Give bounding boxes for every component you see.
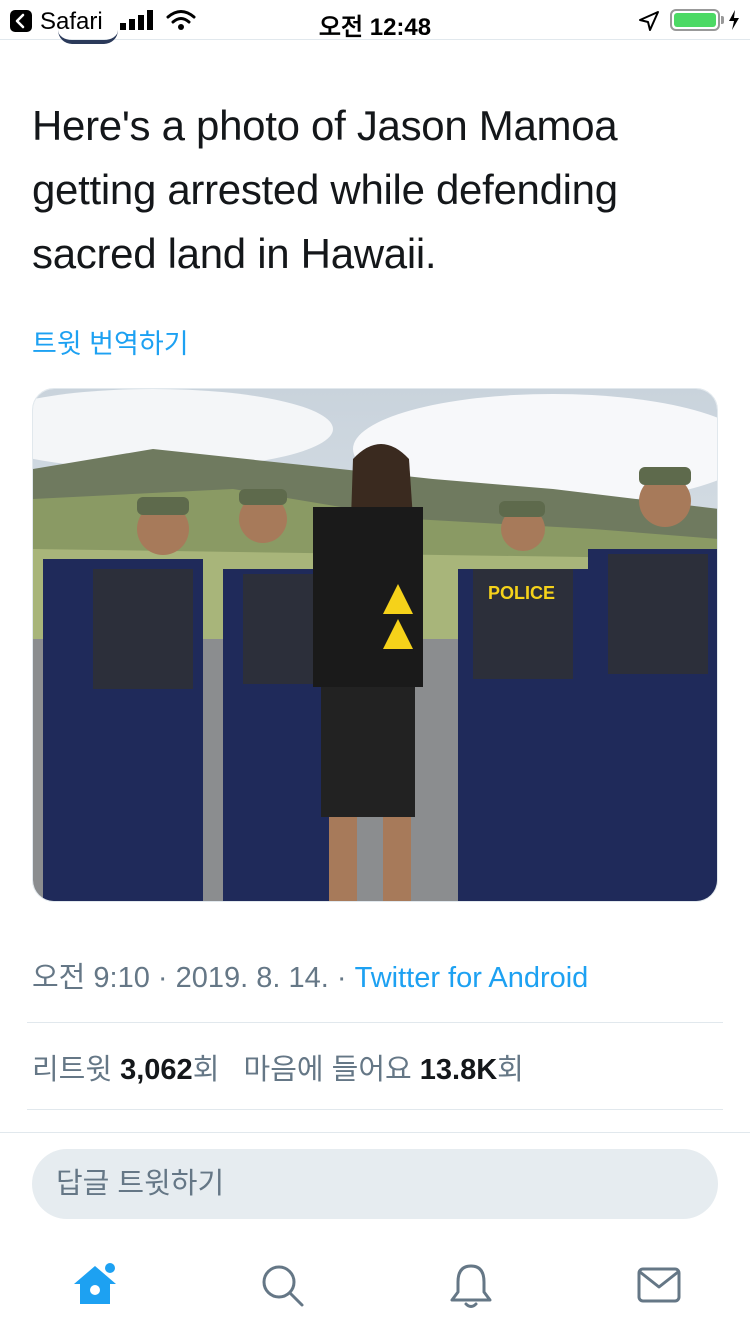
translate-tweet-link[interactable]: 트윗 번역하기: [32, 322, 189, 361]
avatar[interactable]: [58, 30, 118, 44]
likes-suffix: 회: [497, 1054, 524, 1086]
tweet-photo[interactable]: POLICE: [32, 388, 718, 902]
tweet-text: Here's a photo of Jason Mamoa getting ar…: [32, 102, 618, 277]
tweet-timestamp: 오전 9:10 · 2019. 8. 14. ·: [32, 962, 355, 994]
tweet-source-link[interactable]: Twitter for Android: [355, 962, 589, 994]
battery-icon: [670, 9, 720, 31]
tweet-meta: 오전 9:10 · 2019. 8. 14. · Twitter for And…: [32, 954, 588, 996]
divider: [0, 1132, 750, 1133]
charging-bolt-icon: [729, 10, 739, 30]
tweet-stats: 리트윗 3,062회 마음에 들어요 13.8K회: [32, 1046, 524, 1088]
likes-count[interactable]: 13.8K: [420, 1054, 497, 1086]
retweets-count[interactable]: 3,062: [120, 1054, 193, 1086]
messages-icon[interactable]: [634, 1260, 684, 1310]
retweets-label: 리트윗: [32, 1054, 121, 1086]
retweets-suffix: 회: [192, 1054, 220, 1086]
home-icon[interactable]: [70, 1260, 120, 1310]
police-vest-label: POLICE: [488, 583, 555, 603]
reply-input[interactable]: 답글 트윗하기: [32, 1149, 718, 1219]
search-icon[interactable]: [258, 1260, 308, 1310]
tab-bar: [0, 1240, 750, 1334]
battery-tip: [721, 16, 724, 24]
divider: [27, 1022, 723, 1023]
location-arrow-icon: [639, 11, 659, 31]
notifications-icon[interactable]: [446, 1260, 496, 1310]
divider: [27, 1109, 723, 1110]
likes-label: 마음에 들어요: [243, 1054, 420, 1086]
